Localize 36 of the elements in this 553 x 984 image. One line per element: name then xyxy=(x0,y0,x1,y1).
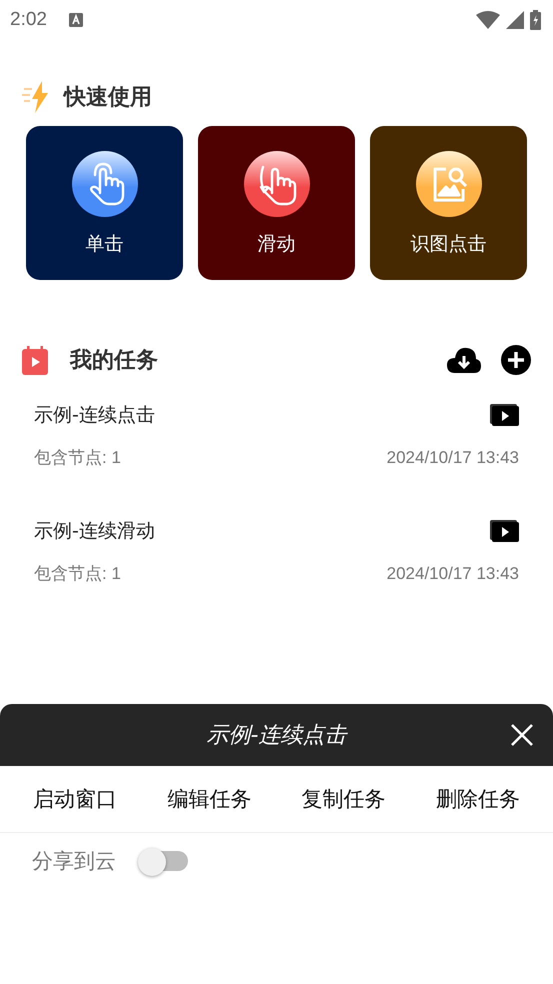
task-timestamp: 2024/10/17 13:43 xyxy=(386,564,519,584)
play-icon[interactable] xyxy=(490,404,519,426)
calendar-play-icon xyxy=(22,346,48,374)
quick-action-card[interactable]: 识图点击 xyxy=(370,126,527,280)
quick-action-card[interactable]: 滑动 xyxy=(198,126,355,280)
sheet-title: 示例-连续点击 xyxy=(206,722,346,750)
image-search-icon xyxy=(416,151,482,217)
swipe-hand-icon xyxy=(244,151,310,217)
task-name[interactable]: 示例-连续滑动 xyxy=(34,518,155,544)
lightning-icon xyxy=(22,81,50,113)
section-title: 快速使用 xyxy=(64,84,152,112)
task-node-count: 包含节点: 1 xyxy=(34,447,121,469)
sheet-action-button[interactable]: 编辑任务 xyxy=(165,781,254,817)
share-toggle[interactable] xyxy=(138,848,188,874)
cloud-download-icon[interactable] xyxy=(447,347,481,373)
card-label: 识图点击 xyxy=(410,232,486,257)
close-icon[interactable] xyxy=(510,723,534,747)
tap-hand-icon xyxy=(72,151,138,217)
status-time: 2:02 xyxy=(10,9,47,31)
keyboard-notification-icon xyxy=(68,13,83,27)
quick-action-card[interactable]: 单击 xyxy=(26,126,183,280)
signal-icon xyxy=(506,11,524,29)
sheet-action-button[interactable]: 复制任务 xyxy=(300,781,388,817)
sheet-action-button[interactable]: 删除任务 xyxy=(434,781,522,817)
task-node-count: 包含节点: 1 xyxy=(34,563,121,585)
section-title: 我的任务 xyxy=(70,347,158,375)
sheet-action-button[interactable]: 启动窗口 xyxy=(31,781,120,817)
play-icon[interactable] xyxy=(490,520,519,542)
card-label: 滑动 xyxy=(258,232,296,257)
add-icon[interactable] xyxy=(501,345,531,375)
task-name[interactable]: 示例-连续点击 xyxy=(34,402,155,428)
wifi-icon xyxy=(476,11,500,29)
share-label: 分享到云 xyxy=(32,848,116,875)
card-label: 单击 xyxy=(86,232,124,257)
task-timestamp: 2024/10/17 13:43 xyxy=(386,448,519,468)
battery-icon xyxy=(530,10,541,30)
